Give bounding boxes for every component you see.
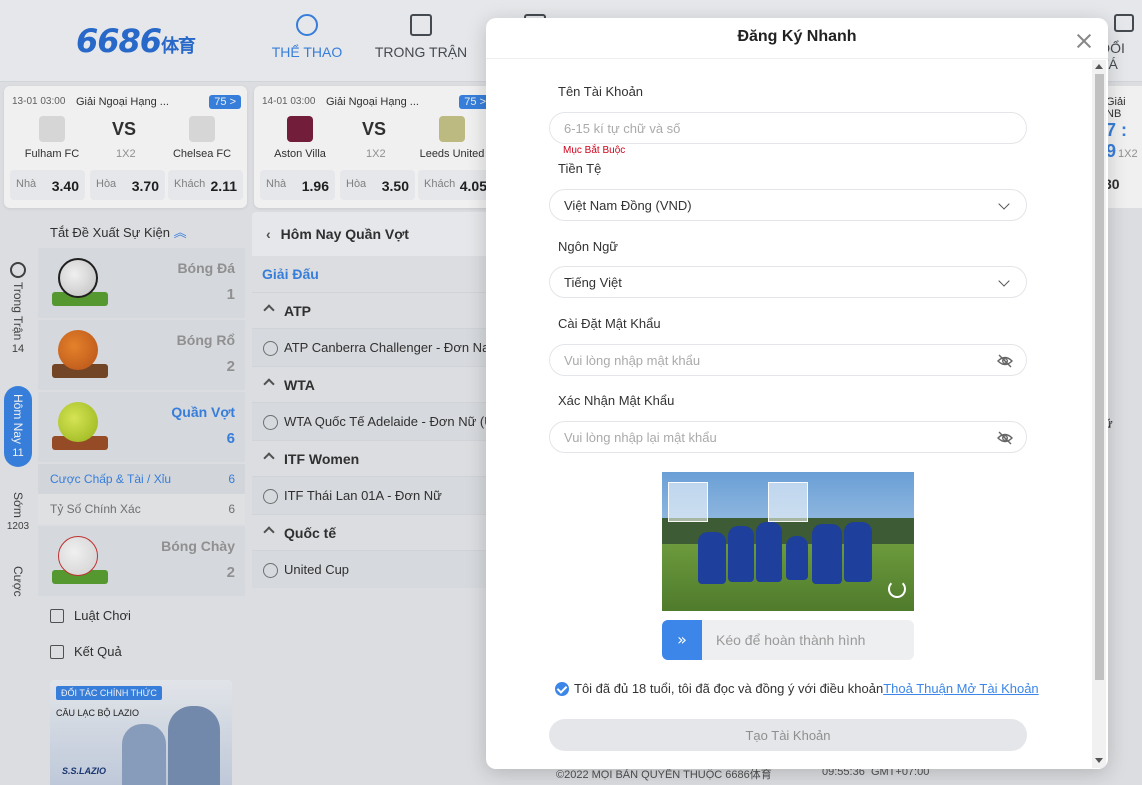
password-input[interactable] xyxy=(550,345,970,375)
confirm-password-field[interactable] xyxy=(549,421,1027,453)
create-account-button[interactable]: Tạo Tài Khoản xyxy=(549,719,1027,751)
currency-label: Tiền Tệ xyxy=(558,161,602,176)
player-figure xyxy=(698,532,726,584)
refresh-icon[interactable] xyxy=(888,580,906,598)
currency-select[interactable]: Việt Nam Đồng (VND) xyxy=(549,189,1027,221)
slider-hint: Kéo để hoàn thành hình xyxy=(716,632,866,648)
scroll-thumb[interactable] xyxy=(1095,74,1104,680)
username-input[interactable] xyxy=(550,113,970,143)
confirm-password-input[interactable] xyxy=(550,422,970,452)
chevron-down-icon xyxy=(998,198,1010,210)
player-figure xyxy=(728,526,754,582)
currency-value: Việt Nam Đồng (VND) xyxy=(564,198,692,213)
chevron-down-icon xyxy=(998,275,1010,287)
language-select[interactable]: Tiếng Việt xyxy=(549,266,1027,298)
username-field[interactable] xyxy=(549,112,1027,144)
puzzle-slot xyxy=(768,482,808,522)
agree-text: Tôi đã đủ 18 tuổi, tôi đã đọc và đồng ý … xyxy=(574,681,1039,696)
player-figure xyxy=(844,522,872,582)
captcha-image xyxy=(662,472,914,611)
username-label: Tên Tài Khoản xyxy=(558,84,644,99)
eye-off-icon[interactable] xyxy=(996,429,1014,447)
language-value: Tiếng Việt xyxy=(564,275,622,290)
terms-link[interactable]: Thoả Thuận Mở Tài Khoản xyxy=(883,681,1038,696)
captcha-slider[interactable]: » Kéo để hoàn thành hình xyxy=(662,620,914,660)
close-icon[interactable] xyxy=(1074,31,1094,51)
player-figure xyxy=(812,524,842,584)
puzzle-piece[interactable] xyxy=(668,482,708,522)
agree-label: Tôi đã đủ 18 tuổi, tôi đã đọc và đồng ý … xyxy=(574,681,884,696)
modal-scrollbar[interactable] xyxy=(1092,60,1106,768)
modal-divider xyxy=(486,58,1108,59)
scroll-up-arrow-icon[interactable] xyxy=(1095,64,1103,69)
eye-off-icon[interactable] xyxy=(996,352,1014,370)
language-label: Ngôn Ngữ xyxy=(558,239,619,254)
player-figure xyxy=(786,536,808,580)
password-label: Cài Đặt Mật Khẩu xyxy=(558,316,661,331)
agree-checkbox[interactable] xyxy=(555,682,569,696)
player-figure xyxy=(756,522,782,582)
scroll-down-arrow-icon[interactable] xyxy=(1095,758,1103,763)
password-field[interactable] xyxy=(549,344,1027,376)
register-modal: Đăng Ký Nhanh Tên Tài Khoản Mục Bắt Buộc… xyxy=(486,18,1108,769)
slider-handle[interactable]: » xyxy=(662,620,702,660)
modal-title: Đăng Ký Nhanh xyxy=(737,28,857,45)
confirm-password-label: Xác Nhận Mật Khẩu xyxy=(558,393,675,408)
username-error: Mục Bắt Buộc xyxy=(563,145,626,156)
